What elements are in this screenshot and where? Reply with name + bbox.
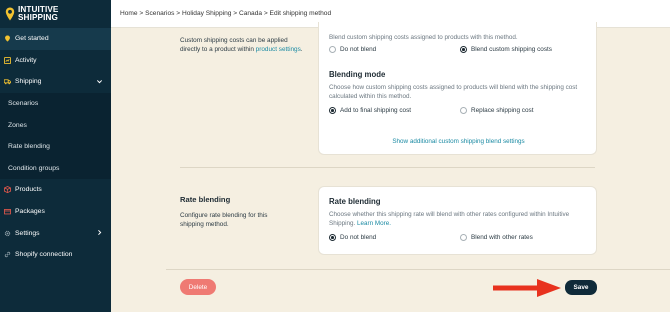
radio-do-not-blend-custom[interactable]: Do not blend	[329, 46, 376, 53]
sidebar-item-label: Shopify connection	[15, 251, 73, 259]
pin-logo-icon	[5, 7, 15, 21]
radio-label: Replace shipping cost	[471, 107, 534, 114]
sidebar-item-get-started[interactable]: Get started	[0, 28, 111, 50]
radio-label: Add to final shipping cost	[340, 107, 412, 114]
sidebar-item-scenarios[interactable]: Scenarios	[0, 92, 111, 115]
chevron-right-icon	[98, 230, 102, 236]
package-icon	[4, 209, 11, 215]
radio-blend-other-rates[interactable]: Blend with other rates	[460, 234, 533, 241]
rate-blending-card-text: Choose whether this shipping rate will b…	[329, 210, 591, 228]
radio-add-to-final[interactable]: Add to final shipping cost	[329, 107, 411, 114]
custom-costs-card: Blend custom shipping costs assigned to …	[318, 22, 597, 155]
sidebar-item-label: Products	[15, 186, 42, 194]
sidebar-item-label: Activity	[15, 56, 37, 64]
sidebar-item-packages[interactable]: Packages	[0, 201, 111, 223]
sidebar-item-label: Rate blending	[8, 143, 50, 151]
sidebar-item-zones[interactable]: Zones	[0, 114, 111, 136]
radio-circle	[460, 107, 467, 114]
rate-blending-section-desc: Configure rate blending for this shippin…	[180, 212, 268, 228]
delete-button[interactable]: Delete	[180, 279, 216, 295]
radio-replace-cost[interactable]: Replace shipping cost	[460, 107, 534, 114]
brand-logo[interactable]: INTUITIVE SHIPPING	[0, 0, 111, 28]
custom-costs-desc-end: .	[300, 46, 303, 53]
sidebar-item-shipping[interactable]: Shipping	[0, 71, 111, 93]
breadcrumb[interactable]: Home > Scenarios > Holiday Shipping > Ca…	[120, 10, 331, 17]
product-settings-link[interactable]: product settings	[256, 46, 301, 53]
sidebar-item-label: Condition groups	[8, 164, 60, 172]
sidebar-item-label: Get started	[15, 35, 49, 43]
radio-circle	[460, 234, 467, 241]
rate-blending-card: Rate blending Choose whether this shippi…	[318, 186, 597, 255]
activity-icon	[4, 56, 11, 64]
sidebar-item-condition-groups[interactable]: Condition groups	[0, 157, 111, 180]
rate-blending-card-title: Rate blending	[329, 197, 381, 206]
custom-costs-card-text: Blend custom shipping costs assigned to …	[329, 34, 518, 41]
radio-circle-selected	[329, 234, 336, 241]
link-icon	[4, 252, 11, 258]
radio-do-not-blend-rates[interactable]: Do not blend	[329, 234, 376, 241]
pin-icon	[5, 35, 10, 42]
sidebar-item-settings[interactable]: Settings	[0, 222, 111, 244]
radio-label: Do not blend	[340, 46, 377, 53]
radio-label: Blend custom shipping costs	[471, 46, 552, 53]
sidebar-item-label: Settings	[15, 229, 40, 237]
custom-costs-description: Custom shipping costs can be applied dir…	[180, 36, 305, 54]
sidebar-item-label: Zones	[8, 121, 27, 129]
save-button[interactable]: Save	[565, 280, 597, 295]
show-blend-settings-link[interactable]: Show additional custom shipping blend se…	[319, 137, 598, 146]
box-icon	[4, 186, 11, 194]
chevron-down-icon	[96, 80, 103, 84]
red-arrow-annotation	[493, 279, 561, 297]
sidebar-item-rate-blending[interactable]: Rate blending	[0, 135, 111, 158]
brand-name: INTUITIVE SHIPPING	[18, 5, 58, 22]
blending-mode-text: Choose how custom shipping costs assigne…	[329, 84, 578, 100]
radio-blend-custom-costs[interactable]: Blend custom shipping costs	[460, 46, 552, 53]
radio-label: Blend with other rates	[471, 234, 533, 241]
section-divider	[180, 167, 595, 168]
rate-blending-section-title: Rate blending	[180, 195, 231, 204]
sidebar-item-activity[interactable]: Activity	[0, 50, 111, 72]
blending-mode-title: Blending mode	[329, 70, 386, 79]
sidebar-item-shopify-connection[interactable]: Shopify connection	[0, 244, 111, 266]
sidebar-item-label: Scenarios	[8, 100, 39, 108]
radio-circle-selected	[329, 107, 336, 114]
radio-label: Do not blend	[340, 234, 377, 241]
gear-icon	[4, 230, 11, 236]
sidebar: INTUITIVE SHIPPING Get started Activity …	[0, 0, 111, 312]
radio-circle-selected	[460, 46, 467, 53]
sidebar-item-label: Packages	[15, 208, 45, 216]
brand-line-2: SHIPPING	[18, 13, 58, 22]
sidebar-item-products[interactable]: Products	[0, 179, 111, 201]
radio-circle	[329, 46, 336, 53]
truck-icon	[4, 79, 11, 85]
sidebar-item-label: Shipping	[15, 78, 42, 86]
learn-more-link[interactable]: Learn More.	[357, 220, 391, 227]
